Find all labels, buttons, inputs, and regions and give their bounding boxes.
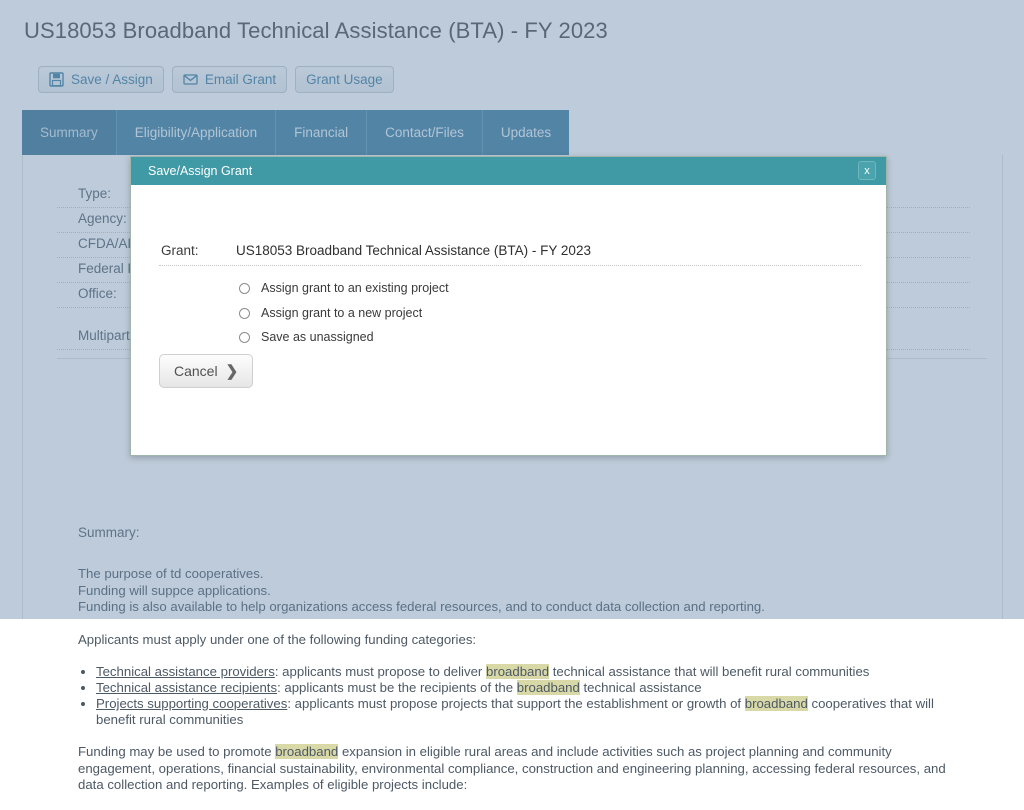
summary-p3-highlight: broadband <box>275 744 338 759</box>
radio-option-new-project-label: Assign grant to a new project <box>261 306 422 320</box>
radio-option-unassigned-label: Save as unassigned <box>261 330 374 344</box>
grant-field-divider <box>159 265 861 266</box>
radio-button-icon[interactable] <box>239 308 250 319</box>
bullet-highlight-3: broadband <box>745 696 808 711</box>
chevron-right-icon: ❯ <box>226 362 239 380</box>
list-item: Technical assistance recipients: applica… <box>96 680 971 696</box>
bullet-highlight-1: broadband <box>486 664 549 679</box>
close-icon-glyph: x <box>864 165 870 177</box>
bullet-after-1: technical assistance that will benefit r… <box>549 664 869 679</box>
list-item: Projects supporting cooperatives: applic… <box>96 696 971 728</box>
bullet-before-1: : applicants must propose to deliver <box>275 664 486 679</box>
grant-field-value: US18053 Broadband Technical Assistance (… <box>236 243 591 258</box>
bullet-term-3: Projects supporting cooperatives <box>96 696 287 711</box>
summary-paragraph-2: Applicants must apply under one of the f… <box>78 632 971 649</box>
list-item: Technical assistance providers: applican… <box>96 664 971 680</box>
grant-field-label: Grant: <box>161 243 199 258</box>
bullet-after-2: technical assistance <box>580 680 702 695</box>
summary-paragraph-3: Funding may be used to promote broadband… <box>78 744 971 794</box>
dialog-header: Save/Assign Grant x <box>131 157 886 185</box>
radio-button-icon[interactable] <box>239 283 250 294</box>
bullet-before-3: : applicants must propose projects that … <box>287 696 744 711</box>
cancel-button[interactable]: Cancel ❯ <box>159 354 253 388</box>
close-icon[interactable]: x <box>858 161 876 180</box>
dialog-body: Grant: US18053 Broadband Technical Assis… <box>131 185 886 456</box>
radio-option-existing-project[interactable]: Assign grant to an existing project <box>239 281 449 295</box>
radio-option-new-project[interactable]: Assign grant to a new project <box>239 306 422 320</box>
funding-categories-list: Technical assistance providers: applican… <box>78 664 971 728</box>
bullet-term-2: Technical assistance recipients <box>96 680 277 695</box>
radio-button-icon[interactable] <box>239 332 250 343</box>
bullet-before-2: : applicants must be the recipients of t… <box>277 680 517 695</box>
save-assign-grant-dialog: Save/Assign Grant x Grant: US18053 Broad… <box>130 156 887 456</box>
radio-option-existing-project-label: Assign grant to an existing project <box>261 281 449 295</box>
radio-option-unassigned[interactable]: Save as unassigned <box>239 330 374 344</box>
cancel-button-label: Cancel <box>174 363 218 379</box>
summary-p3-before: Funding may be used to promote <box>78 744 275 759</box>
bullet-term-1: Technical assistance providers <box>96 664 275 679</box>
dialog-title: Save/Assign Grant <box>148 164 252 178</box>
bullet-highlight-2: broadband <box>517 680 580 695</box>
